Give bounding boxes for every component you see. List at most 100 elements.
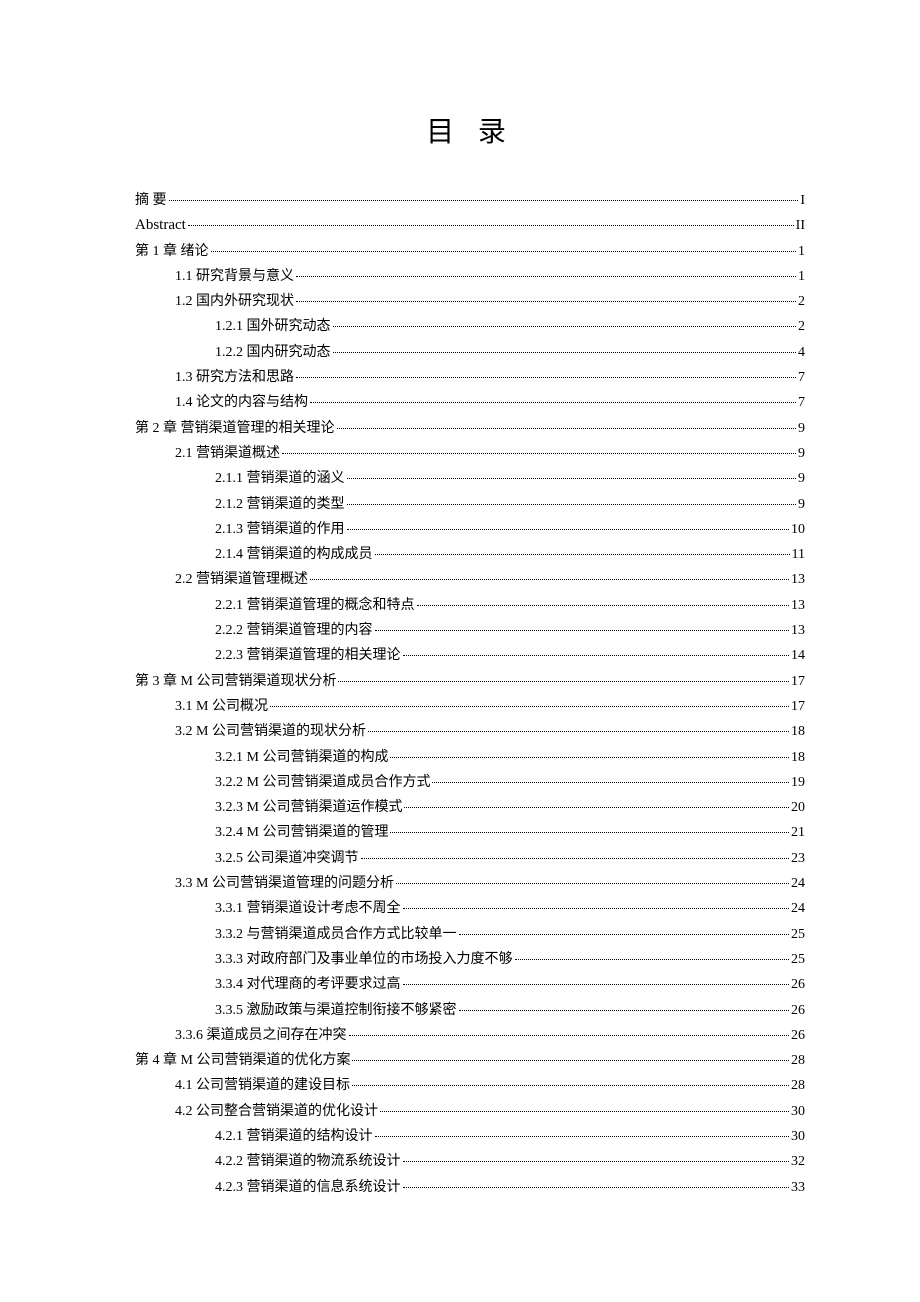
toc-leader-dots [296, 377, 796, 378]
toc-entry-page: 17 [791, 669, 805, 694]
toc-entry: 3.2.1 M 公司营销渠道的构成 18 [135, 745, 805, 770]
toc-entry-label: 3.2.4 M 公司营销渠道的管理 [215, 820, 388, 845]
toc-entry-page: 19 [791, 770, 805, 795]
toc-entry: 3.3.6 渠道成员之间存在冲突26 [135, 1023, 805, 1048]
toc-entry: 2.1 营销渠道概述9 [135, 441, 805, 466]
toc-entry-label: 1.4 论文的内容与结构 [175, 390, 308, 415]
toc-entry-label: 3.2.1 M 公司营销渠道的构成 [215, 745, 388, 770]
toc-entry-label: 3.2.3 M 公司营销渠道运作模式 [215, 795, 402, 820]
toc-entry-label: 1.2.1 国外研究动态 [215, 314, 331, 339]
toc-entry-page: 23 [791, 846, 805, 871]
toc-list: 摘 要IAbstractII第 1 章 绪论11.1 研究背景与意义11.2 国… [135, 188, 805, 1200]
toc-entry-page: 25 [791, 922, 805, 947]
toc-entry: 1.1 研究背景与意义 1 [135, 264, 805, 289]
toc-entry: 3.3.2 与营销渠道成员合作方式比较单一25 [135, 922, 805, 947]
toc-entry-page: 28 [791, 1048, 805, 1073]
toc-entry-page: 9 [798, 466, 805, 491]
toc-entry-page: 26 [791, 1023, 805, 1048]
toc-entry: 3.2.3 M 公司营销渠道运作模式20 [135, 795, 805, 820]
toc-entry: 4.2.2 营销渠道的物流系统设计32 [135, 1149, 805, 1174]
toc-leader-dots [347, 529, 790, 530]
toc-entry-label: 第 1 章 绪论 [135, 239, 209, 264]
toc-entry: 1.4 论文的内容与结构7 [135, 390, 805, 415]
toc-entry-label: 2.2.2 营销渠道管理的内容 [215, 618, 373, 643]
toc-leader-dots [352, 1085, 789, 1086]
toc-entry-page: 17 [791, 694, 805, 719]
toc-entry: 4.2.3 营销渠道的信息系统设计 33 [135, 1175, 805, 1200]
toc-leader-dots [403, 1161, 790, 1162]
toc-leader-dots [296, 301, 796, 302]
toc-entry-label: 3.3.5 激励政策与渠道控制衔接不够紧密 [215, 998, 457, 1023]
toc-entry: 第 2 章 营销渠道管理的相关理论9 [135, 416, 805, 441]
toc-entry: 2.1.4 营销渠道的构成成员11 [135, 542, 805, 567]
toc-entry-page: 9 [798, 441, 805, 466]
toc-leader-dots [403, 908, 790, 909]
toc-leader-dots [352, 1060, 789, 1061]
toc-leader-dots [396, 883, 789, 884]
toc-entry-page: 14 [791, 643, 805, 668]
toc-leader-dots [296, 276, 796, 277]
toc-entry-label: 1.3 研究方法和思路 [175, 365, 294, 390]
toc-entry-page: 1 [798, 239, 805, 264]
toc-entry: Abstract II [135, 213, 805, 238]
toc-entry: 3.1 M 公司概况 17 [135, 694, 805, 719]
toc-entry-page: 7 [798, 365, 805, 390]
toc-leader-dots [403, 984, 790, 985]
toc-entry: 3.2.5 公司渠道冲突调节 23 [135, 846, 805, 871]
toc-entry: 1.2 国内外研究现状2 [135, 289, 805, 314]
toc-entry-label: 4.1 公司营销渠道的建设目标 [175, 1073, 350, 1098]
toc-leader-dots [188, 225, 794, 226]
toc-entry-page: 10 [791, 517, 805, 542]
toc-leader-dots [459, 1010, 790, 1011]
toc-leader-dots [375, 1136, 790, 1137]
toc-entry-label: 摘 要 [135, 188, 167, 213]
toc-title: 目 录 [135, 110, 805, 150]
toc-entry-label: 1.1 研究背景与意义 [175, 264, 294, 289]
toc-leader-dots [337, 428, 797, 429]
toc-entry-page: 1 [798, 264, 805, 289]
toc-entry-label: 3.2.5 公司渠道冲突调节 [215, 846, 359, 871]
toc-entry-page: 32 [791, 1149, 805, 1174]
toc-entry-page: 18 [791, 745, 805, 770]
toc-leader-dots [310, 402, 796, 403]
toc-entry: 摘 要I [135, 188, 805, 213]
toc-leader-dots [347, 478, 797, 479]
toc-entry: 3.3.3 对政府部门及事业单位的市场投入力度不够25 [135, 947, 805, 972]
toc-leader-dots [333, 352, 797, 353]
toc-entry-label: 第 3 章 M 公司营销渠道现状分析 [135, 669, 336, 694]
toc-entry-page: 24 [791, 896, 805, 921]
toc-entry: 2.1.1 营销渠道的涵义 9 [135, 466, 805, 491]
toc-leader-dots [211, 251, 797, 252]
toc-entry: 3.3.1 营销渠道设计考虑不周全24 [135, 896, 805, 921]
toc-leader-dots [403, 1187, 790, 1188]
toc-leader-dots [404, 807, 789, 808]
toc-entry-page: 33 [791, 1175, 805, 1200]
toc-entry: 4.1 公司营销渠道的建设目标 28 [135, 1073, 805, 1098]
toc-entry-label: 2.1.1 营销渠道的涵义 [215, 466, 345, 491]
toc-leader-dots [310, 579, 789, 580]
toc-entry-page: 13 [791, 593, 805, 618]
toc-entry: 2.2.1 营销渠道管理的概念和特点13 [135, 593, 805, 618]
toc-entry-page: II [796, 213, 805, 238]
toc-entry-label: Abstract [135, 213, 186, 238]
toc-entry-label: 4.2 公司整合营销渠道的优化设计 [175, 1099, 378, 1124]
toc-leader-dots [375, 554, 790, 555]
toc-entry-label: 3.1 M 公司概况 [175, 694, 268, 719]
toc-entry-label: 2.2.3 营销渠道管理的相关理论 [215, 643, 401, 668]
toc-entry-label: 4.2.1 营销渠道的结构设计 [215, 1124, 373, 1149]
toc-leader-dots [349, 1035, 790, 1036]
toc-entry-page: 30 [791, 1124, 805, 1149]
toc-leader-dots [380, 1111, 789, 1112]
toc-entry: 3.2 M 公司营销渠道的现状分析18 [135, 719, 805, 744]
toc-leader-dots [361, 858, 790, 859]
toc-entry-page: 13 [791, 567, 805, 592]
toc-entry-label: 1.2 国内外研究现状 [175, 289, 294, 314]
toc-leader-dots [390, 757, 789, 758]
toc-leader-dots [403, 655, 790, 656]
toc-entry-page: 28 [791, 1073, 805, 1098]
toc-entry: 3.3.4 对代理商的考评要求过高26 [135, 972, 805, 997]
toc-entry-page: 24 [791, 871, 805, 896]
toc-entry: 4.2.1 营销渠道的结构设计 30 [135, 1124, 805, 1149]
toc-entry-page: 18 [791, 719, 805, 744]
toc-entry-label: 4.2.3 营销渠道的信息系统设计 [215, 1175, 401, 1200]
